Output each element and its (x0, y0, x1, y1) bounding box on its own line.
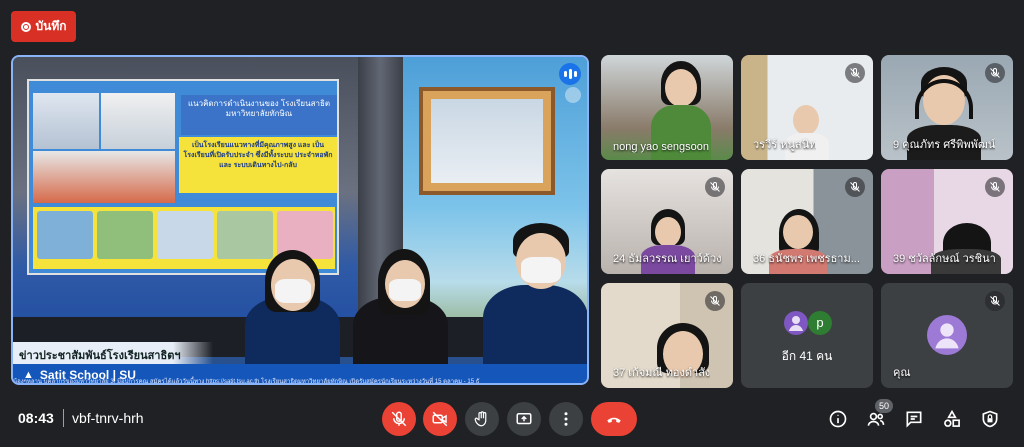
participant-name: 37 เก้จมณี ทองดำสัง (613, 367, 711, 379)
meeting-info-button[interactable] (826, 407, 850, 431)
avatar (927, 315, 967, 355)
slide-photo (33, 93, 99, 149)
face-mask (521, 257, 561, 283)
presentation-slide: แนวคิดการดำเนินงานของ โรงเรียนสาธิตมหาวิ… (27, 79, 339, 275)
mic-off-icon (845, 63, 865, 83)
mic-off-icon (985, 177, 1005, 197)
participant-tile[interactable]: 36 ธนัชพร เพชรธาม... (741, 169, 873, 274)
phone-hangup-icon (607, 417, 621, 423)
record-label: บันทึก (35, 19, 67, 33)
control-bar: 08:43 vbf-tnrv-hrh 50 (0, 395, 1024, 447)
slide-title: แนวคิดการดำเนินงานของ โรงเรียนสาธิตมหาวิ… (181, 95, 337, 135)
mic-off-icon (391, 411, 407, 427)
participant-tile[interactable]: 9 คุณภัทร ศรีพิพพัฒน์ (881, 55, 1013, 160)
others-tile[interactable]: p อีก 41 คน (741, 283, 873, 388)
leave-call-button[interactable] (591, 402, 637, 436)
camera-toggle-button[interactable] (423, 402, 457, 436)
face-mask (389, 279, 421, 301)
participant-name: nong yao sengsoon (613, 141, 710, 153)
mic-off-icon (985, 63, 1005, 83)
info-icon (829, 410, 847, 428)
participant-name: 9 คุณภัทร ศรีพิพพัฒน์ (893, 139, 996, 151)
participant-name: คุณ (893, 367, 911, 379)
self-tile[interactable]: คุณ (881, 283, 1013, 388)
present-icon (516, 413, 532, 425)
slide-photo (33, 151, 175, 203)
pin-icon[interactable] (565, 87, 581, 103)
participant-tile[interactable]: nong yao sengsoon (601, 55, 733, 160)
slide-photo (101, 93, 175, 149)
participant-name: 39 ชวัลลักษณ์ วรชินา (893, 253, 996, 265)
avatar: p (808, 311, 832, 335)
mic-off-icon (705, 177, 725, 197)
picture-frame (419, 87, 555, 195)
chat-icon (906, 411, 922, 428)
more-options-button[interactable] (549, 402, 583, 436)
others-count: อีก 41 คน (781, 349, 833, 363)
news-caption: ข่าวประชาสัมพันธ์โรงเรียนสาธิตฯ (13, 342, 213, 364)
slide-thumb (217, 211, 273, 259)
main-video-tile[interactable]: แนวคิดการดำเนินงานของ โรงเรียนสาธิตมหาวิ… (11, 55, 589, 385)
participant-tile[interactable]: 39 ชวัลลักษณ์ วรชินา (881, 169, 1013, 274)
slide-body: เป็นโรงเรียนแนวทางที่มีคุณภาพสูง และ เป็… (179, 137, 337, 193)
raise-hand-button[interactable] (465, 402, 499, 436)
participant-tile[interactable]: วรวีร์ หนูสนิท (741, 55, 873, 160)
participant-tile[interactable]: 24 ธัมลวรรณ เยาว์ด้วง (601, 169, 733, 274)
activities-button[interactable] (940, 407, 964, 431)
presenter-body (483, 285, 587, 367)
divider (63, 409, 64, 427)
avatar (784, 311, 808, 335)
mic-toggle-button[interactable] (382, 402, 416, 436)
record-icon (20, 21, 31, 32)
hand-icon (474, 411, 487, 427)
mic-off-icon (705, 291, 725, 311)
present-screen-button[interactable] (507, 402, 541, 436)
speaking-indicator-icon (559, 63, 581, 85)
mic-off-icon (845, 177, 865, 197)
more-vert-icon (564, 412, 568, 426)
chat-button[interactable] (902, 407, 926, 431)
participant-name: 36 ธนัชพร เพชรธาม... (753, 253, 860, 265)
news-ticker: ▲ Satit School | SU น้องๆหลาน บุคลากรของ… (13, 364, 587, 385)
slide-thumb (97, 211, 153, 259)
slide-thumb (157, 211, 213, 259)
participant-name: 24 ธัมลวรรณ เยาว์ด้วง (613, 253, 722, 265)
activities-icon (944, 409, 960, 427)
slide-thumb (37, 211, 93, 259)
record-button[interactable]: บันทึก (11, 11, 76, 42)
host-controls-button[interactable] (978, 407, 1002, 431)
meeting-code: vbf-tnrv-hrh (72, 410, 144, 426)
people-count-badge: 50 (875, 399, 894, 413)
shield-lock-icon (982, 410, 998, 428)
participant-name: วรวีร์ หนูสนิท (753, 139, 817, 151)
participant-tile[interactable]: 37 เก้จมณี ทองดำสัง (601, 283, 733, 388)
ticker-text: น้องๆหลาน บุคลากรของมหาวิทยาลัย 3. มีอุป… (13, 379, 480, 385)
camera-off-icon (432, 411, 448, 427)
face-mask (275, 279, 311, 303)
clock: 08:43 (18, 410, 54, 426)
mic-off-icon (985, 291, 1005, 311)
